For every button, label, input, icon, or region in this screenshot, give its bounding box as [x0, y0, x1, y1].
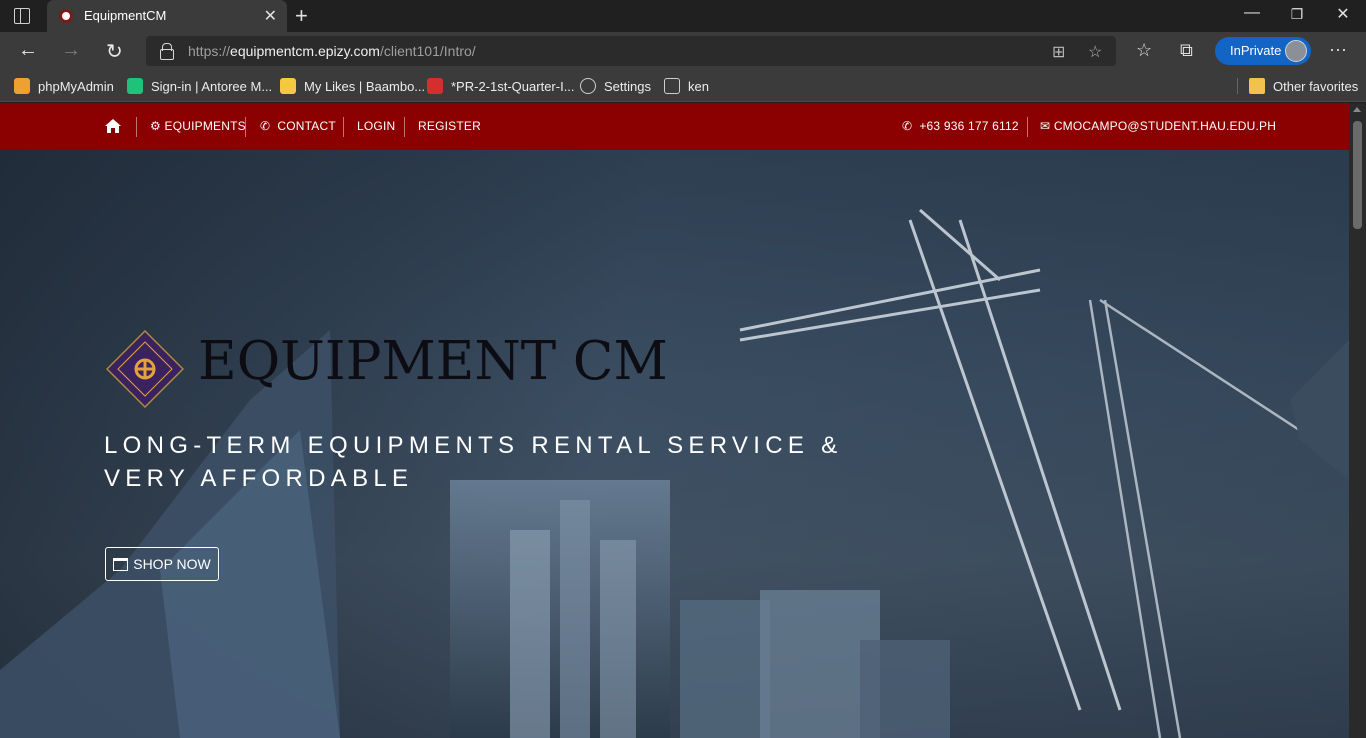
close-tab-icon[interactable]: ✕ [264, 6, 277, 26]
store-icon [113, 557, 129, 571]
page-icon [664, 78, 680, 94]
favorite-phpmyadmin[interactable]: phpMyAdmin [14, 76, 114, 96]
inprivate-button[interactable]: InPrivate [1215, 37, 1311, 65]
collections-icon[interactable]: ⧉ [1180, 40, 1193, 61]
favorite-baamboozle[interactable]: My Likes | Baambo... [280, 76, 425, 96]
nav-register[interactable]: REGISTER [418, 119, 481, 133]
restore-icon[interactable]: ❐ [1274, 6, 1320, 23]
active-tab[interactable]: EquipmentCM ✕ [47, 0, 287, 32]
baamboozle-icon [280, 78, 296, 94]
shop-now-label: SHOP NOW [133, 556, 211, 572]
nav-email[interactable]: ✉ CMOCAMPO@STUDENT.HAU.EDU.PH [1040, 119, 1276, 133]
site-top-nav: ⚙ EQUIPMENTS ✆ CONTACT LOGIN REGISTER ✆ … [0, 103, 1349, 150]
nav-divider [343, 117, 344, 137]
nav-login[interactable]: LOGIN [357, 119, 395, 133]
inprivate-label: InPrivate [1230, 43, 1282, 58]
favorites-bar: phpMyAdmin Sign-in | Antoree M... My Lik… [0, 70, 1366, 102]
nav-divider [136, 117, 137, 137]
minimize-icon[interactable]: — [1229, 4, 1275, 22]
pdf-icon [427, 78, 443, 94]
refresh-icon[interactable]: ↻ [106, 39, 123, 64]
nav-divider [404, 117, 405, 137]
forward-icon[interactable]: → [61, 39, 81, 62]
favorite-antoree[interactable]: Sign-in | Antoree M... [127, 76, 272, 96]
app-available-icon[interactable]: ⊞ [1052, 42, 1065, 62]
nav-phone[interactable]: ✆ +63 936 177 6112 [902, 119, 1019, 133]
url-text: https://equipmentcm.epizy.com/client101/… [188, 43, 476, 59]
nav-contact[interactable]: ✆ CONTACT [260, 119, 336, 133]
nav-divider [1027, 117, 1028, 137]
close-window-icon[interactable]: ✕ [1320, 4, 1366, 24]
brand-title: EQUIPMENT CM [198, 331, 668, 392]
phone-icon: ✆ [902, 119, 913, 133]
folder-icon [1249, 78, 1265, 94]
more-options-icon[interactable]: ··· [1329, 39, 1347, 60]
favorites-icon[interactable]: ☆ [1136, 40, 1152, 61]
gear-icon [580, 78, 596, 94]
phpmyadmin-icon [14, 78, 30, 94]
favorite-settings[interactable]: Settings [580, 76, 651, 96]
envelope-icon: ✉ [1040, 119, 1051, 133]
logo-emblem [106, 330, 184, 408]
favorite-ken[interactable]: ken [664, 76, 709, 96]
shop-now-button[interactable]: SHOP NOW [105, 547, 219, 581]
back-icon[interactable]: ← [18, 39, 38, 62]
address-bar-row: ← → ↻ https://equipmentcm.epizy.com/clie… [0, 32, 1366, 70]
favorite-pdf[interactable]: *PR-2-1st-Quarter-I... [427, 76, 575, 96]
tab-actions-icon[interactable] [14, 8, 30, 24]
profile-avatar [1285, 40, 1307, 62]
nav-equipments[interactable]: ⚙ EQUIPMENTS [150, 119, 246, 133]
other-favorites[interactable]: Other favorites [1249, 76, 1358, 96]
web-page: ⚙ EQUIPMENTS ✆ CONTACT LOGIN REGISTER ✆ … [0, 103, 1349, 738]
scroll-up-arrow-icon[interactable] [1353, 107, 1361, 112]
cog-icon: ⚙ [150, 119, 161, 133]
add-favorite-icon[interactable]: ☆ [1088, 42, 1102, 62]
new-tab-icon[interactable]: + [295, 3, 308, 29]
tab-title: EquipmentCM [84, 8, 167, 23]
favorites-divider [1237, 78, 1238, 94]
scrollbar-thumb[interactable] [1353, 121, 1362, 229]
home-icon[interactable] [104, 118, 122, 134]
browser-tab-bar: EquipmentCM ✕ + — ❐ ✕ [0, 0, 1366, 32]
nav-divider [245, 117, 246, 137]
phone-icon: ✆ [260, 119, 271, 133]
antoree-icon [127, 78, 143, 94]
page-scrollbar[interactable] [1349, 103, 1366, 738]
lock-icon[interactable] [160, 43, 174, 60]
url-input[interactable]: https://equipmentcm.epizy.com/client101/… [146, 36, 1116, 66]
site-favicon-icon [59, 9, 73, 23]
hero-tagline: LONG-TERM EQUIPMENTS RENTAL SERVICE & VE… [104, 432, 843, 492]
